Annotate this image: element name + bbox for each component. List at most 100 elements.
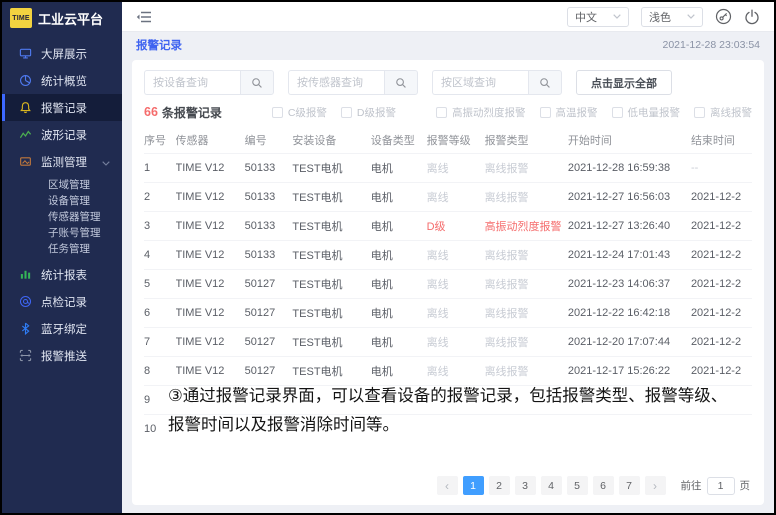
table-row: 1TIME V1250133TEST电机电机离线离线报警2021-12-28 1… bbox=[144, 153, 752, 182]
sidebar-item-bluetooth-binding[interactable]: 蓝牙绑定 bbox=[2, 315, 122, 342]
table-row: 2TIME V1250133TEST电机电机离线离线报警2021-12-27 1… bbox=[144, 182, 752, 211]
page-button-2[interactable]: 2 bbox=[489, 476, 510, 495]
checkbox-icon bbox=[341, 107, 352, 118]
power-icon bbox=[744, 9, 760, 25]
sidebar-item-alarm-push[interactable]: 报警推送 bbox=[2, 342, 122, 369]
sidebar-subitem-device-management[interactable]: 设备管理 bbox=[2, 193, 122, 209]
key-icon bbox=[715, 8, 732, 25]
alarm-filter-checkbox[interactable]: C级报警 bbox=[272, 105, 327, 120]
count-row: 66 条报警记录 C级报警 D级报警 高振动烈度报警高温报警低电量报警离线报警 bbox=[144, 103, 752, 121]
sidebar-item-label: 统计报表 bbox=[41, 267, 87, 283]
device-search-group bbox=[144, 70, 274, 95]
page-unit-label: 页 bbox=[740, 478, 751, 493]
search-icon bbox=[251, 77, 263, 89]
sidebar-subitem-area-management[interactable]: 区域管理 bbox=[2, 177, 122, 193]
table-row: 4TIME V1250133TEST电机电机离线离线报警2021-12-24 1… bbox=[144, 240, 752, 269]
sidebar-item-label: 报警推送 bbox=[41, 348, 87, 364]
page-button-5[interactable]: 5 bbox=[567, 476, 588, 495]
sidebar-item-label: 统计概览 bbox=[41, 73, 87, 89]
sidebar-item-alarm-records[interactable]: 报警记录 bbox=[2, 94, 122, 121]
device-search-button[interactable] bbox=[240, 70, 274, 95]
sidebar-subitem-task-management[interactable]: 任务管理 bbox=[2, 241, 122, 257]
breadcrumb[interactable]: 报警记录 bbox=[136, 37, 182, 53]
checkbox-icon bbox=[272, 107, 283, 118]
current-timestamp: 2021-12-28 23:03:54 bbox=[663, 39, 761, 51]
page-button-1[interactable]: 1 bbox=[463, 476, 484, 495]
bar-icon bbox=[18, 268, 32, 282]
page-button-7[interactable]: 7 bbox=[619, 476, 640, 495]
chevron-down-icon bbox=[102, 155, 110, 169]
table-row: 3TIME V1250133TEST电机电机D级高振动烈度报警2021-12-2… bbox=[144, 211, 752, 240]
device-search-input[interactable] bbox=[144, 70, 240, 95]
alarm-records-card: 点击显示全部 66 条报警记录 C级报警 D级报警 高振动烈度报警高温报警低电量报警… bbox=[132, 60, 764, 505]
sidebar-item-label: 蓝牙绑定 bbox=[41, 321, 87, 337]
sidebar-item-big-screen[interactable]: 大屏展示 bbox=[2, 40, 122, 67]
chevron-down-icon bbox=[613, 14, 621, 19]
alarm-filter-checkbox[interactable]: 低电量报警 bbox=[612, 105, 681, 120]
pagination: ‹ 1234567 › 前往 页 bbox=[437, 476, 751, 495]
sidebar-submenu: 区域管理设备管理传感器管理子账号管理任务管理 bbox=[2, 175, 122, 261]
sidebar-item-label: 点检记录 bbox=[41, 294, 87, 310]
sidebar-item-label: 报警记录 bbox=[41, 100, 87, 116]
chevron-down-icon bbox=[687, 14, 695, 19]
push-icon bbox=[18, 349, 32, 363]
sidebar-subitem-subaccount-management[interactable]: 子账号管理 bbox=[2, 225, 122, 241]
checkbox-icon bbox=[436, 107, 447, 118]
pie-icon bbox=[18, 74, 32, 88]
column-header: 开始时间 bbox=[568, 127, 691, 153]
area-search-group bbox=[432, 70, 562, 95]
alarm-filter-checkbox[interactable]: 高振动烈度报警 bbox=[436, 105, 526, 120]
sensor-search-button[interactable] bbox=[384, 70, 418, 95]
sidebar: TIME 工业云平台 大屏展示统计概览报警记录波形记录监测管理区域管理设备管理传… bbox=[2, 2, 122, 513]
change-password-button[interactable] bbox=[715, 8, 732, 25]
sensor-search-input[interactable] bbox=[288, 70, 384, 95]
collapse-menu-icon bbox=[136, 10, 152, 24]
table-row: 7TIME V1250127TEST电机电机离线离线报警2021-12-20 1… bbox=[144, 327, 752, 356]
sidebar-item-stats-overview[interactable]: 统计概览 bbox=[2, 67, 122, 94]
sidebar-item-stats-report[interactable]: 统计报表 bbox=[2, 261, 122, 288]
language-select[interactable]: 中文 bbox=[567, 7, 629, 27]
checkbox-icon bbox=[540, 107, 551, 118]
sidebar-item-label: 大屏展示 bbox=[41, 46, 87, 62]
alarm-filter-checkbox[interactable]: 高温报警 bbox=[540, 105, 598, 120]
page-buttons: 1234567 bbox=[463, 476, 640, 495]
checkbox-icon bbox=[612, 107, 623, 118]
content-area: 点击显示全部 66 条报警记录 C级报警 D级报警 高振动烈度报警高温报警低电量报警… bbox=[122, 57, 774, 513]
area-search-input[interactable] bbox=[432, 70, 528, 95]
goto-page: 前往 页 bbox=[681, 477, 751, 495]
page-button-6[interactable]: 6 bbox=[593, 476, 614, 495]
prev-page-button[interactable]: ‹ bbox=[437, 476, 458, 495]
search-icon bbox=[539, 77, 551, 89]
sidebar-subitem-sensor-management[interactable]: 传感器管理 bbox=[2, 209, 122, 225]
checkbox-icon bbox=[694, 107, 705, 118]
area-search-button[interactable] bbox=[528, 70, 562, 95]
logout-button[interactable] bbox=[744, 9, 760, 25]
alarm-filter-checkbox[interactable]: D级报警 bbox=[341, 105, 396, 120]
sidebar-item-label: 波形记录 bbox=[41, 127, 87, 143]
alarm-filter-checkbox[interactable]: 离线报警 bbox=[694, 105, 752, 120]
next-page-button[interactable]: › bbox=[645, 476, 666, 495]
search-icon bbox=[395, 77, 407, 89]
page-button-4[interactable]: 4 bbox=[541, 476, 562, 495]
column-header: 结束时间 bbox=[691, 127, 752, 153]
table-row: 6TIME V1250127TEST电机电机离线离线报警2021-12-22 1… bbox=[144, 298, 752, 327]
goto-page-input[interactable] bbox=[707, 477, 735, 495]
sensor-search-group bbox=[288, 70, 418, 95]
sidebar-item-waveform-records[interactable]: 波形记录 bbox=[2, 121, 122, 148]
sidebar-item-monitor-management[interactable]: 监测管理 bbox=[2, 148, 122, 175]
wave-icon bbox=[18, 128, 32, 142]
show-all-button[interactable]: 点击显示全部 bbox=[576, 70, 672, 95]
sidebar-collapse-button[interactable] bbox=[136, 10, 152, 24]
topbar: 中文 浅色 bbox=[122, 2, 774, 32]
record-count: 66 bbox=[144, 105, 158, 119]
column-header: 报警类型 bbox=[485, 127, 568, 153]
sidebar-item-inspection-records[interactable]: 点检记录 bbox=[2, 288, 122, 315]
record-count-label: 条报警记录 bbox=[162, 104, 222, 121]
screen-icon bbox=[18, 47, 32, 61]
at-icon bbox=[18, 295, 32, 309]
sidebar-item-label: 监测管理 bbox=[41, 154, 87, 170]
bluetooth-icon bbox=[18, 322, 32, 336]
theme-select[interactable]: 浅色 bbox=[641, 7, 703, 27]
goto-label: 前往 bbox=[681, 478, 702, 493]
page-button-3[interactable]: 3 bbox=[515, 476, 536, 495]
